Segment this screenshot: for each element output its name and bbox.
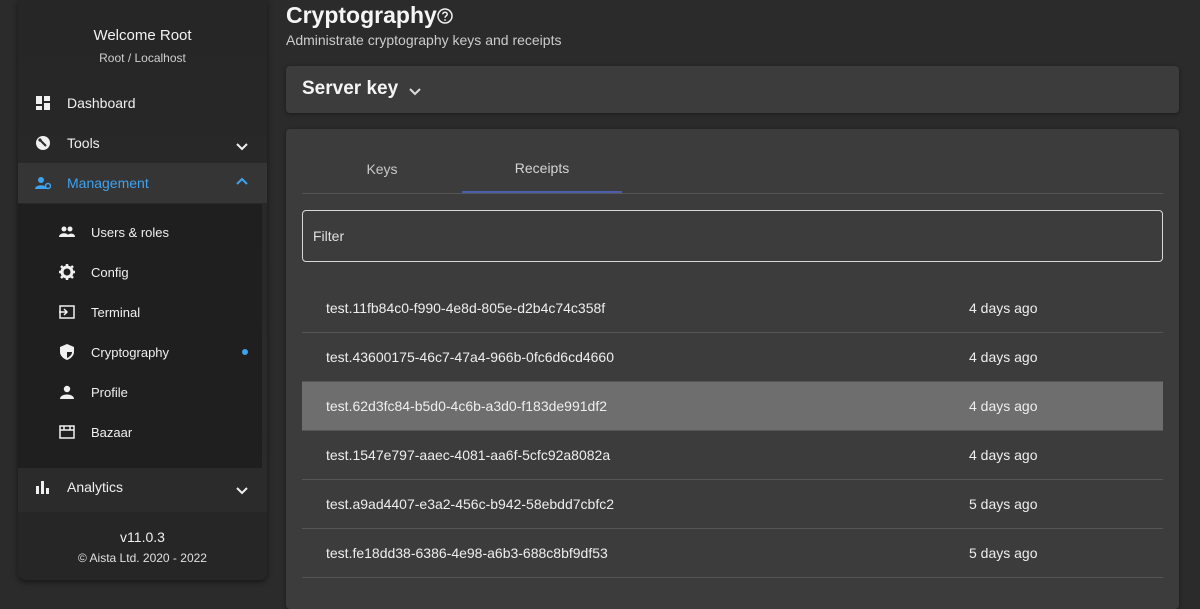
tab-keys[interactable]: Keys [302,145,462,193]
receipts-list: test.11fb84c0-f990-4e8d-805e-d2b4c74c358… [302,284,1163,578]
host-text: Root / Localhost [99,51,186,65]
list-item[interactable]: test.1547e797-aaec-4081-aa6f-5cfc92a8082… [302,431,1163,480]
management-submenu: Users & roles Config Terminal Cryptograp… [18,204,262,468]
analytics-icon [34,478,52,496]
receipt-name: test.43600175-46c7-47a4-966b-0fc6d6cd466… [326,349,615,365]
server-key-title: Server key [302,78,399,99]
receipt-name: test.11fb84c0-f990-4e8d-805e-d2b4c74c358… [326,300,606,316]
sidebar-footer: v11.0.3 © Aista Ltd. 2020 - 2022 [18,512,267,580]
help-icon[interactable] [437,8,453,24]
shield-icon [58,343,76,361]
list-item[interactable]: test.11fb84c0-f990-4e8d-805e-d2b4c74c358… [302,284,1163,333]
chevron-down-icon [236,487,248,495]
receipt-time: 5 days ago [969,545,1038,561]
sidebar-item-management[interactable]: Management [18,163,267,203]
tabs-divider [302,193,1163,194]
sidebar-item-cryptography[interactable]: Cryptography [18,332,262,372]
copyright-text: © Aista Ltd. 2020 - 2022 [78,551,207,565]
list-item[interactable]: test.fe18dd38-6386-4e98-a6b3-688c8bf9df5… [302,529,1163,578]
person-icon [58,383,76,401]
sidebar-item-label: Analytics [67,479,124,495]
receipt-name: test.a9ad4407-e3a2-456c-b942-58ebdd7cbfc… [326,496,615,512]
receipt-time: 5 days ago [969,496,1038,512]
receipt-time: 4 days ago [969,300,1038,316]
sidebar-item-config[interactable]: Config [18,252,262,292]
sidebar-item-label: Terminal [91,304,141,320]
sidebar-item-dashboard[interactable]: Dashboard [18,83,267,123]
tab-receipts[interactable]: Receipts [462,145,622,193]
users-icon [58,223,76,241]
receipt-name: test.fe18dd38-6386-4e98-a6b3-688c8bf9df5… [326,545,608,561]
sidebar-item-label: Dashboard [67,95,136,111]
receipt-name: test.1547e797-aaec-4081-aa6f-5cfc92a8082… [326,447,611,463]
sidebar-item-label: Cryptography [91,344,170,360]
active-indicator-dot [242,349,248,355]
server-key-panel[interactable]: Server key [286,66,1179,113]
chevron-down-icon [409,88,421,96]
sidebar-item-bazaar[interactable]: Bazaar [18,412,262,452]
page-subtitle: Administrate cryptography keys and recei… [286,32,562,48]
dashboard-icon [34,94,52,112]
chevron-up-icon [236,177,248,185]
store-icon [58,423,76,441]
chevron-down-icon [236,143,248,151]
sidebar-item-label: Config [91,264,129,280]
gear-icon [58,263,76,281]
version-text: v11.0.3 [120,529,165,545]
page-title: Cryptography [286,2,437,28]
receipt-time: 4 days ago [969,447,1038,463]
sidebar-item-tools[interactable]: Tools [18,123,267,163]
list-item[interactable]: test.a9ad4407-e3a2-456c-b942-58ebdd7cbfc… [302,480,1163,529]
tools-icon [34,134,52,152]
sidebar-item-label: Management [67,175,149,191]
list-item-highlighted[interactable]: test.62d3fc84-b5d0-4c6b-a3d0-f183de991df… [302,382,1163,431]
receipt-time: 4 days ago [969,349,1038,365]
filter-input[interactable] [302,210,1163,262]
management-icon [34,174,52,192]
welcome-text: Welcome Root [93,27,192,44]
sidebar-item-analytics[interactable]: Analytics [18,467,267,507]
sidebar: Welcome Root Root / Localhost Dashboard … [18,0,267,580]
receipt-name: test.62d3fc84-b5d0-4c6b-a3d0-f183de991df… [326,398,607,414]
sidebar-item-label: Bazaar [91,424,133,440]
sidebar-item-users-roles[interactable]: Users & roles [18,212,262,252]
sidebar-item-profile[interactable]: Profile [18,372,262,412]
sidebar-item-label: Profile [91,384,128,400]
terminal-icon [58,303,76,321]
content-panel: Keys Receipts test.11fb84c0-f990-4e8d-80… [286,129,1179,609]
receipt-time: 4 days ago [969,398,1038,414]
list-item[interactable]: test.43600175-46c7-47a4-966b-0fc6d6cd466… [302,333,1163,382]
sidebar-item-label: Tools [67,135,100,151]
sidebar-item-label: Users & roles [91,224,170,240]
sidebar-item-terminal[interactable]: Terminal [18,292,262,332]
